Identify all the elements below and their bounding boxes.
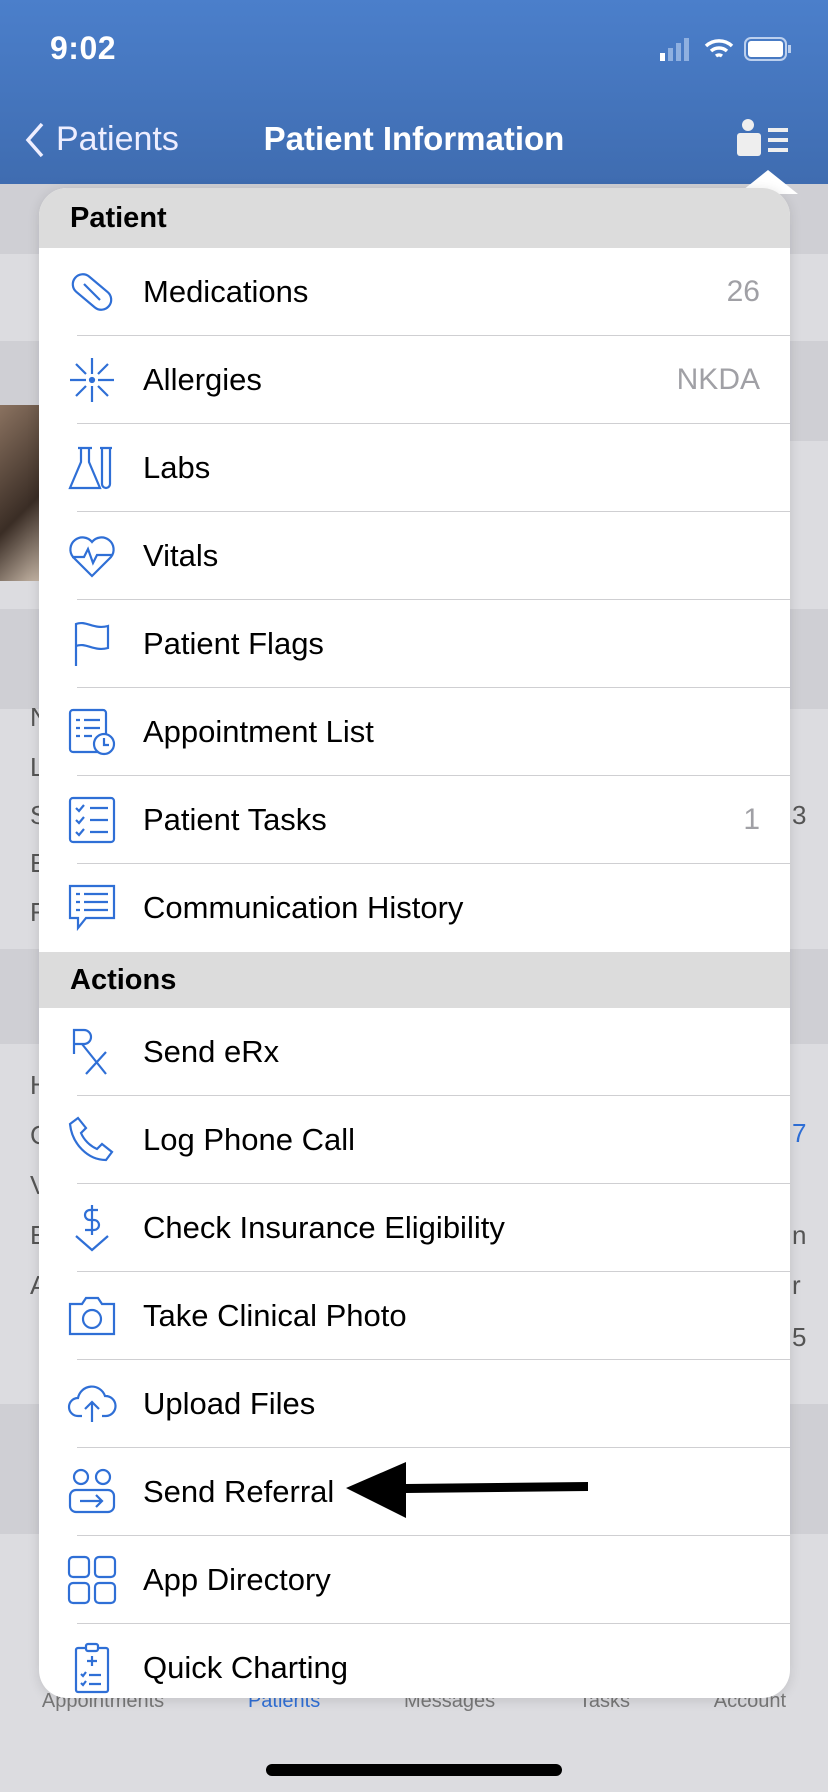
camera-icon	[64, 1288, 120, 1344]
status-icons	[658, 36, 792, 62]
menu-item-check-insurance[interactable]: Check Insurance Eligibility	[39, 1184, 790, 1272]
menu-item-label: Check Insurance Eligibility	[143, 1210, 505, 1245]
menu-item-communication-history[interactable]: Communication History	[39, 864, 790, 952]
menu-item-log-phone-call[interactable]: Log Phone Call	[39, 1096, 790, 1184]
allergies-value: NKDA	[676, 363, 760, 396]
menu-item-label: Medications	[143, 274, 309, 309]
patient-menu-button[interactable]	[736, 118, 792, 163]
menu-item-allergies[interactable]: Allergies NKDA	[39, 336, 790, 424]
pill-icon	[64, 264, 120, 320]
medications-count: 26	[726, 275, 760, 308]
menu-item-medications[interactable]: Medications 26	[39, 248, 790, 336]
section-header-actions: Actions	[39, 952, 790, 1008]
grid-icon	[64, 1552, 120, 1608]
menu-item-upload-files[interactable]: Upload Files	[39, 1360, 790, 1448]
menu-item-label: Allergies	[143, 362, 262, 397]
menu-item-label: Vitals	[143, 538, 219, 573]
bg-fragment: 7	[792, 1118, 807, 1148]
person-list-icon	[737, 119, 788, 156]
menu-item-label: Appointment List	[143, 714, 374, 749]
menu-item-patient-tasks[interactable]: Patient Tasks 1	[39, 776, 790, 864]
bg-fragment: r	[792, 1270, 801, 1300]
dollar-check-icon	[64, 1200, 120, 1256]
menu-item-label: Send eRx	[143, 1034, 280, 1069]
referral-icon	[64, 1464, 120, 1520]
section-header-patient: Patient	[39, 188, 790, 248]
menu-item-label: Communication History	[143, 890, 464, 925]
wifi-icon	[704, 39, 734, 58]
menu-item-take-clinical-photo[interactable]: Take Clinical Photo	[39, 1272, 790, 1360]
battery-icon	[744, 37, 791, 61]
menu-item-send-erx[interactable]: Send eRx	[39, 1008, 790, 1096]
phone-icon	[64, 1112, 120, 1168]
clipboard-icon	[64, 1640, 120, 1696]
signal-icon	[660, 38, 689, 61]
menu-item-quick-charting[interactable]: Quick Charting	[39, 1624, 790, 1698]
menu-item-app-directory[interactable]: App Directory	[39, 1536, 790, 1624]
menu-item-label: Send Referral	[143, 1474, 335, 1509]
menu-item-label: Log Phone Call	[143, 1122, 355, 1157]
nav-header: 9:02 Patients Patient Information	[0, 0, 828, 184]
menu-item-label: Upload Files	[143, 1386, 316, 1421]
rx-icon	[64, 1024, 120, 1080]
bg-fragment: 5	[792, 1322, 807, 1352]
annotation-arrow-icon	[346, 1462, 588, 1518]
calendar-list-icon	[64, 704, 120, 760]
bg-fragment: n	[792, 1220, 807, 1250]
page-title: Patient Information	[263, 120, 565, 157]
chat-icon	[64, 880, 120, 936]
patient-photo	[0, 405, 40, 581]
menu-item-label: Quick Charting	[143, 1650, 349, 1685]
bg-fragment: 3	[792, 800, 807, 830]
allergy-icon	[64, 352, 120, 408]
menu-item-label: Take Clinical Photo	[143, 1298, 407, 1333]
heart-pulse-icon	[64, 528, 120, 584]
menu-item-vitals[interactable]: Vitals	[39, 512, 790, 600]
checklist-icon	[64, 792, 120, 848]
cloud-upload-icon	[64, 1376, 120, 1432]
menu-item-patient-flags[interactable]: Patient Flags	[39, 600, 790, 688]
menu-item-label: Patient Tasks	[143, 802, 327, 837]
menu-item-labs[interactable]: Labs	[39, 424, 790, 512]
home-indicator	[266, 1764, 562, 1776]
menu-item-label: Patient Flags	[143, 626, 324, 661]
flag-icon	[64, 616, 120, 672]
flask-icon	[64, 440, 120, 496]
menu-item-appointment-list[interactable]: Appointment List	[39, 688, 790, 776]
status-time: 9:02	[50, 30, 117, 66]
menu-item-label: Labs	[143, 450, 211, 485]
tasks-count: 1	[743, 803, 760, 836]
menu-item-label: App Directory	[143, 1562, 331, 1597]
